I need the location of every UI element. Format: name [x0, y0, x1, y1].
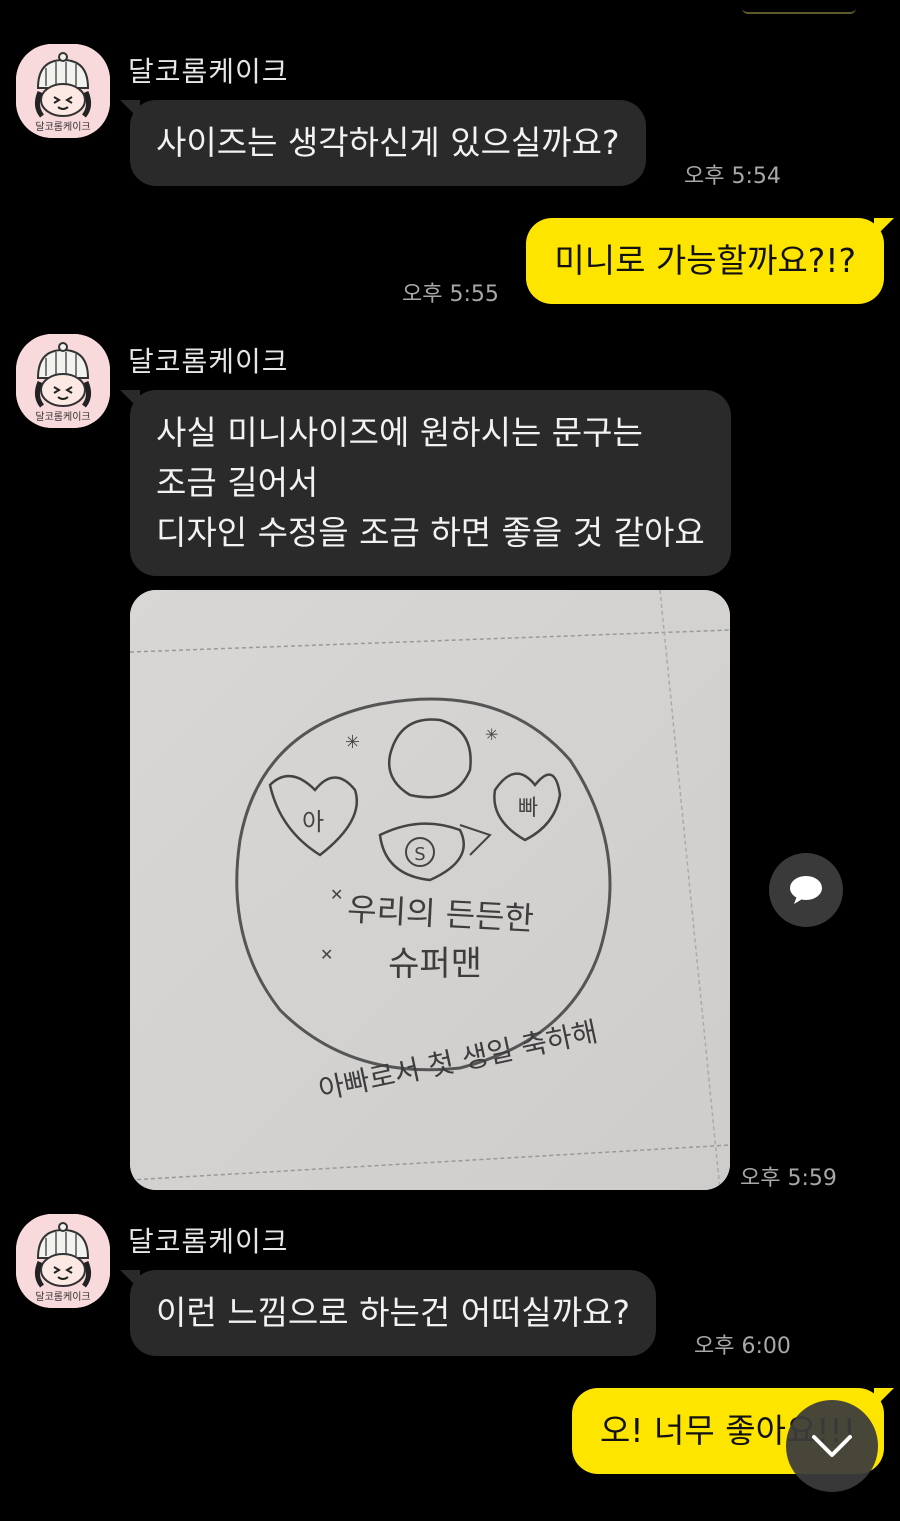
avatar-label: 달코롬케이크	[35, 411, 90, 423]
sender-name: 달코롬케이크	[128, 1225, 289, 1258]
message-time: 오후 5:54	[684, 164, 781, 189]
reply-button[interactable]	[769, 853, 843, 927]
chevron-down-icon	[812, 1435, 852, 1457]
incoming-message[interactable]: 이런 느낌으로 하는건 어떠실까요?	[119, 1270, 657, 1356]
sender-avatar[interactable]: 달코롬케이크	[16, 1214, 110, 1308]
sender-name: 달코롬케이크	[128, 55, 289, 88]
message-time: 오후 6:00	[694, 1334, 791, 1359]
avatar-label: 달코롬케이크	[35, 1291, 90, 1303]
incoming-message[interactable]: 사이즈는 생각하신게 있으실까요?	[120, 100, 646, 186]
right-heart-text: 빠	[518, 796, 538, 821]
avatar-label: 달코롬케이크	[35, 121, 90, 133]
sender-name: 달코롬케이크	[128, 345, 289, 378]
sketch-caption-2: 슈퍼맨	[388, 944, 482, 984]
sender-avatar[interactable]: 달코롬케이크	[16, 334, 110, 428]
scroll-to-bottom-button[interactable]	[786, 1400, 878, 1492]
sketch-badge: S	[414, 844, 425, 865]
incoming-message[interactable]: 사실 미니사이즈에 원하시는 문구는 조금 길어서 디자인 수정을 조금 하면 …	[120, 390, 731, 576]
sketch-photo[interactable]: 아 빠 S ✳ ✳ ✕ ✕ 우리의 든든한 슈퍼맨 아빠로서 첫 생일 축하해	[130, 590, 730, 1190]
message-time: 오후 5:59	[740, 1166, 837, 1191]
svg-text:✕: ✕	[330, 885, 343, 904]
message-time: 오후 5:55	[402, 282, 499, 307]
svg-text:✳: ✳	[485, 725, 498, 744]
previous-message-edge	[742, 0, 856, 14]
outgoing-message[interactable]: 미니로 가능할까요?!?	[526, 218, 894, 304]
chat-bubble-icon	[790, 876, 822, 904]
svg-text:✳: ✳	[345, 732, 360, 753]
svg-text:✕: ✕	[320, 945, 333, 964]
left-heart-text: 아	[302, 808, 324, 836]
sender-avatar[interactable]: 달코롬케이크	[16, 44, 110, 138]
